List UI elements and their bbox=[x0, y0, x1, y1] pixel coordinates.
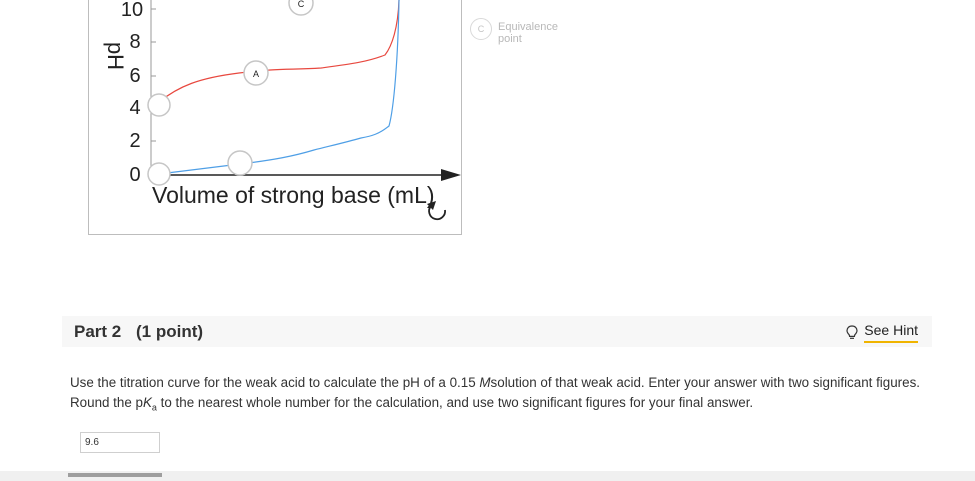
see-hint-label[interactable]: See Hint bbox=[864, 322, 918, 343]
half-equivalence-marker[interactable] bbox=[227, 150, 253, 176]
y-tick-8: 8 bbox=[129, 31, 140, 53]
titration-chart: pH 10 8 6 4 2 0 A C Volume of strong bas… bbox=[88, 0, 462, 235]
question-text: Use the titration curve for the weak aci… bbox=[70, 375, 921, 413]
y-tick-10: 10 bbox=[121, 0, 143, 21]
legend-text-line2: point bbox=[498, 33, 522, 45]
acid-curve bbox=[158, 0, 400, 103]
horizontal-scrollbar-thumb[interactable] bbox=[68, 473, 162, 477]
see-hint-link[interactable]: See Hint bbox=[846, 322, 918, 343]
part-points: (1 point) bbox=[136, 322, 204, 341]
lightbulb-icon bbox=[846, 325, 858, 339]
y-tick-2: 2 bbox=[129, 130, 140, 152]
titration-chart-svg: pH 10 8 6 4 2 0 A C Volume of strong bas… bbox=[103, 0, 461, 221]
part-header: Part 2 (1 point) See Hint bbox=[62, 316, 932, 347]
legend-text: Equivalence point bbox=[498, 21, 558, 45]
y-tick-6: 6 bbox=[129, 65, 140, 87]
y-axis-ticks bbox=[151, 8, 156, 142]
part-title: Part 2 bbox=[74, 322, 122, 341]
base-curve bbox=[158, 0, 400, 175]
y-axis-label: pH bbox=[103, 42, 128, 70]
legend-text-line1: Equivalence bbox=[498, 21, 558, 33]
legend-marker: C bbox=[470, 18, 492, 40]
start-point-marker-acid[interactable] bbox=[147, 93, 171, 117]
x-axis-label: Volume of strong base (mL) bbox=[152, 182, 435, 208]
legend-equivalence: C Equivalence point bbox=[470, 18, 558, 45]
marker-c-label: C bbox=[298, 0, 305, 9]
marker-a-label: A bbox=[253, 69, 259, 79]
y-tick-4: 4 bbox=[129, 97, 140, 119]
reset-icon[interactable] bbox=[427, 201, 446, 221]
x-axis-arrow bbox=[441, 169, 461, 181]
answer-input[interactable] bbox=[80, 432, 160, 453]
y-tick-labels: 10 8 6 4 2 0 bbox=[121, 0, 143, 186]
y-tick-0: 0 bbox=[129, 164, 140, 186]
